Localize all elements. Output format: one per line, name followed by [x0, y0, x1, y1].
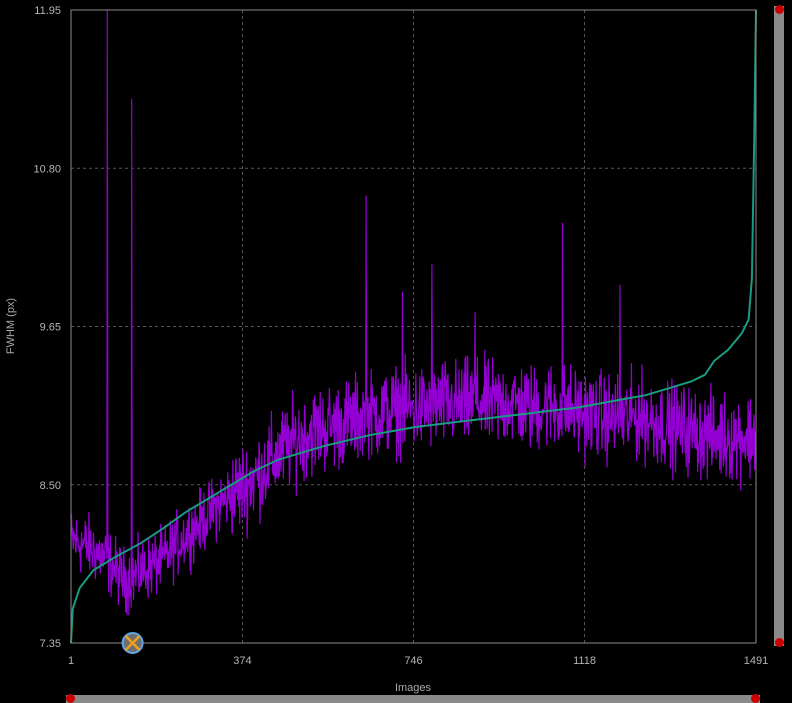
- y-axis-title: FWHM (px): [5, 298, 17, 354]
- y-tick-label: 9.65: [40, 322, 61, 334]
- fwhm-chart: 7.35 8.50 9.65 10.80 11.95 1 374 746 1118 1491 F…: [5, 5, 768, 694]
- y-tick-label: 10.80: [33, 163, 61, 175]
- y-tick-labels: 7.35 8.50 9.65 10.80 11.95: [33, 5, 61, 650]
- y-tick-label: 8.50: [40, 480, 61, 492]
- vertical-scroll-handle-top[interactable]: [774, 5, 784, 14]
- horizontal-scroll-handle-left[interactable]: [66, 694, 75, 703]
- horizontal-scrollbar[interactable]: [66, 694, 760, 703]
- horizontal-scroll-handle-right[interactable]: [751, 694, 760, 703]
- vertical-scrollbar[interactable]: [774, 5, 784, 647]
- x-tick-labels: 1 374 746 1118 1491: [68, 655, 768, 667]
- crossed-circle-icon[interactable]: [121, 632, 144, 654]
- x-tick-label: 1491: [744, 655, 768, 667]
- x-tick-label: 1: [68, 655, 74, 667]
- y-tick-label: 7.35: [40, 638, 61, 650]
- x-tick-label: 374: [233, 655, 251, 667]
- x-axis-title: Images: [395, 682, 432, 694]
- x-tick-label: 746: [404, 655, 422, 667]
- y-tick-label: 11.95: [34, 5, 61, 17]
- vertical-scroll-handle-bottom[interactable]: [774, 638, 784, 647]
- x-tick-label: 1118: [573, 655, 596, 667]
